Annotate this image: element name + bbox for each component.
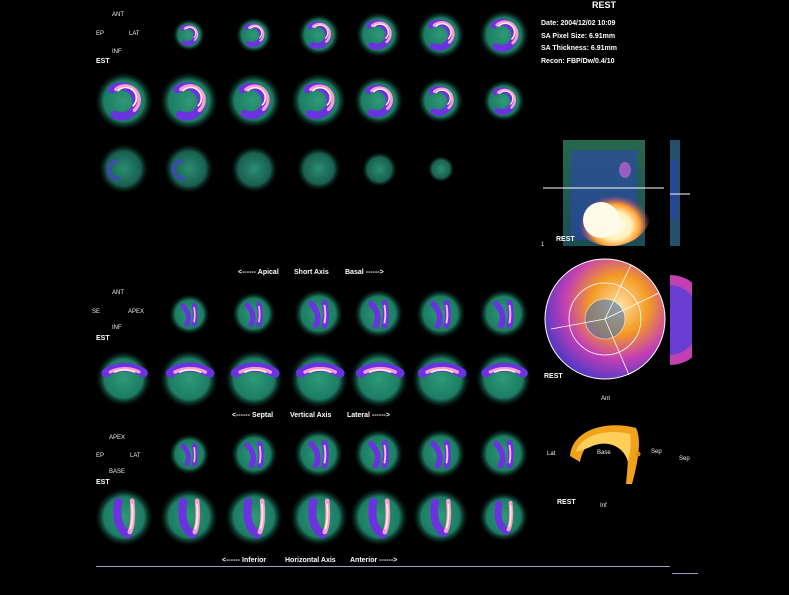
slice-image[interactable] — [350, 350, 408, 408]
orient-ep: EP — [96, 31, 105, 37]
slice-image[interactable] — [479, 429, 529, 479]
slice-image[interactable] — [417, 11, 465, 59]
bottom-divider — [96, 566, 670, 567]
slice-image[interactable] — [418, 78, 464, 124]
slice-image[interactable] — [476, 351, 532, 407]
slice-image[interactable] — [356, 12, 402, 58]
slice-image[interactable] — [350, 488, 408, 546]
orient-ant: ANT — [112, 12, 124, 18]
slice-thickness: SA Thickness: 6.91mm — [541, 45, 617, 53]
ha-inferior-caption: <------ Inferior — [222, 557, 267, 564]
pixel-size: SA Pixel Size: 6.91mm — [541, 32, 616, 40]
slice-image[interactable] — [479, 289, 529, 339]
slice-image[interactable] — [413, 489, 469, 545]
polar-ant-label: Ant — [601, 396, 611, 402]
slice-image[interactable] — [99, 144, 149, 194]
sa-basal-caption: Basal ------> — [345, 269, 384, 276]
slice-image[interactable] — [361, 151, 397, 187]
slice-image[interactable] — [173, 19, 205, 51]
slice-image[interactable] — [96, 351, 152, 407]
slice-image[interactable] — [160, 72, 218, 130]
slice-image[interactable] — [294, 429, 344, 479]
recon-method: Recon: FBP/Dw/0.4/10 — [541, 57, 615, 65]
slice-image[interactable] — [354, 76, 404, 126]
slice-image[interactable] — [354, 289, 404, 339]
slice-image[interactable] — [294, 289, 344, 339]
slice-image[interactable] — [427, 155, 455, 183]
orient-base: BASE — [109, 469, 126, 475]
orient-se: SE — [92, 309, 101, 315]
study-title: REST — [592, 0, 617, 10]
slice-image[interactable] — [354, 429, 404, 479]
slice-image[interactable] — [225, 488, 283, 546]
slice-image[interactable] — [236, 17, 272, 53]
polar-side — [670, 275, 710, 365]
slice-image[interactable] — [290, 488, 348, 546]
projection-side — [670, 140, 690, 246]
slice-image[interactable] — [291, 73, 347, 129]
surface-base: Base — [597, 450, 611, 456]
slice-image[interactable] — [168, 293, 210, 335]
orient-inf-va: INF — [112, 325, 122, 331]
slice-image[interactable] — [95, 72, 153, 130]
slice-image[interactable] — [416, 429, 466, 479]
sa-apical-caption: <------ Apical — [238, 269, 279, 276]
orient-apex-ha: APEX — [109, 435, 126, 441]
sa-rest-tag: EST — [96, 58, 110, 65]
orient-ant-va: ANT — [112, 290, 124, 296]
surface-label: REST — [557, 499, 576, 506]
spect-viewer: REST Date: 2004/12/02 10:09 SA Pixel Siz… — [0, 0, 789, 595]
va-axis-caption: Vertical Axis — [290, 412, 332, 419]
orient-inf: INF — [112, 49, 122, 55]
slice-image[interactable] — [479, 10, 529, 60]
surface-sep-far: Sep — [679, 456, 690, 462]
polar-map[interactable] — [543, 257, 667, 381]
polar-label: REST — [544, 373, 563, 380]
slice-image[interactable] — [479, 492, 529, 542]
study-date: Date: 2004/12/02 10:09 — [541, 20, 616, 27]
slice-image[interactable] — [164, 144, 214, 194]
surface-lat: Lat — [547, 451, 556, 457]
slice-image[interactable] — [160, 350, 218, 408]
slice-image[interactable] — [483, 80, 525, 122]
slice-image[interactable] — [416, 289, 466, 339]
va-rest-tag: EST — [96, 335, 110, 342]
orient-lat: LAT — [129, 31, 140, 37]
slice-image[interactable] — [298, 14, 340, 56]
slice-image[interactable] — [412, 350, 470, 408]
orient-lat-ha: LAT — [130, 453, 141, 459]
acquisition-info: Date: 2004/12/02 10:09 SA Pixel Size: 6.… — [541, 18, 617, 68]
va-lateral-caption: Lateral ------> — [347, 412, 390, 419]
bottom-divider-right — [672, 573, 698, 574]
projection-label: REST — [556, 236, 575, 243]
surface-sep: Sep — [651, 449, 662, 455]
slice-image[interactable] — [226, 73, 282, 129]
orient-ep-ha: EP — [96, 453, 105, 459]
slice-image[interactable] — [290, 350, 348, 408]
slice-image[interactable] — [225, 350, 283, 408]
va-septal-caption: <------ Septal — [232, 412, 274, 419]
sa-axis-caption: Short Axis — [294, 269, 329, 276]
slice-image[interactable] — [232, 292, 276, 336]
slice-image[interactable] — [168, 433, 210, 475]
ha-axis-caption: Horizontal Axis — [285, 557, 336, 564]
ha-anterior-caption: Anterior ------> — [350, 557, 398, 564]
slice-image[interactable] — [297, 147, 341, 191]
ha-rest-tag: EST — [96, 479, 110, 486]
projection-index: 1 — [541, 242, 545, 248]
orient-apex: APEX — [128, 309, 145, 315]
slice-image[interactable] — [160, 488, 218, 546]
slice-image[interactable] — [230, 145, 278, 193]
slice-image[interactable] — [95, 488, 153, 546]
slice-image[interactable] — [230, 430, 278, 478]
projection-image[interactable] — [541, 140, 666, 246]
surface-inf: Inf — [600, 503, 607, 509]
